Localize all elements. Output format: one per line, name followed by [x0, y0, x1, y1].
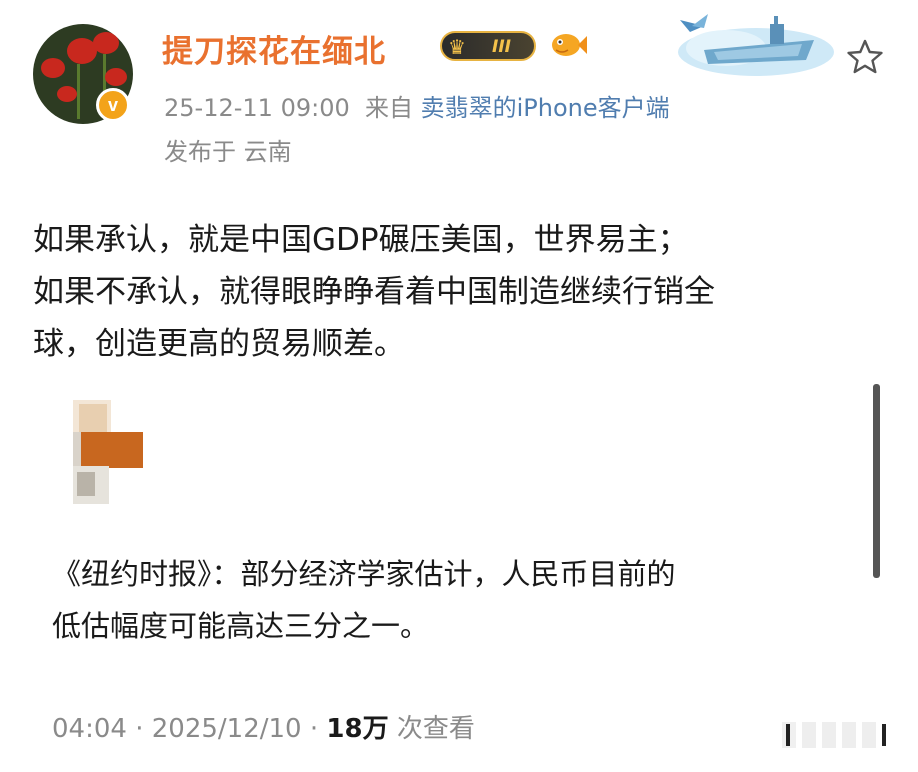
post-body-line: 如果承认，就是中国GDP碾压美国，世界易主； — [33, 222, 689, 258]
post-body-line: 如果不承认，就得眼睁睁看着中国制造继续行销全 — [33, 274, 715, 310]
fish-icon[interactable] — [548, 30, 588, 60]
footer-separator: · — [309, 714, 319, 744]
quoted-image-thumbnail[interactable] — [63, 400, 145, 504]
post-body-line: 球，创造更高的贸易顺差。 — [33, 326, 405, 362]
avatar-poppy — [105, 68, 127, 86]
avatar-stem — [77, 64, 80, 119]
aircraft-carrier-decoration — [678, 14, 834, 76]
view-count: 18万 — [326, 714, 389, 744]
source-link[interactable]: 卖翡翠的iPhone客户端 — [421, 94, 670, 122]
vip-level: III — [492, 37, 511, 57]
post-footer: 04:04 · 2025/12/10 · 18万 次查看 — [52, 708, 475, 745]
star-icon[interactable] — [846, 38, 884, 76]
source-prefix: 来自 — [365, 94, 413, 122]
avatar-poppy — [41, 58, 65, 78]
post-meta: 25-12-11 09:00 来自 卖翡翠的iPhone客户端 — [164, 88, 670, 123]
post-timestamp: 25-12-11 09:00 — [164, 94, 350, 122]
view-count-suffix: 次查看 — [396, 714, 475, 744]
username[interactable]: 提刀探花在缅北 — [162, 26, 386, 71]
footer-time: 04:04 — [52, 714, 127, 744]
vip-badge[interactable]: ♛ III — [440, 31, 536, 61]
footer-separator: · — [135, 714, 144, 744]
scrollbar[interactable] — [873, 384, 880, 578]
verified-badge: v — [96, 88, 130, 122]
quote-line: 《纽约时报》：部分经济学家估计，人民币目前的 — [52, 557, 676, 591]
avatar-poppy — [57, 86, 77, 102]
post-location: 发布于 云南 — [164, 138, 292, 166]
footer-bars-decoration — [782, 722, 886, 748]
avatar-poppy — [93, 32, 119, 54]
crown-icon: ♛ — [448, 35, 466, 59]
quote-line: 低估幅度可能高达三分之一。 — [52, 609, 430, 643]
footer-date: 2025/12/10 — [151, 714, 302, 744]
